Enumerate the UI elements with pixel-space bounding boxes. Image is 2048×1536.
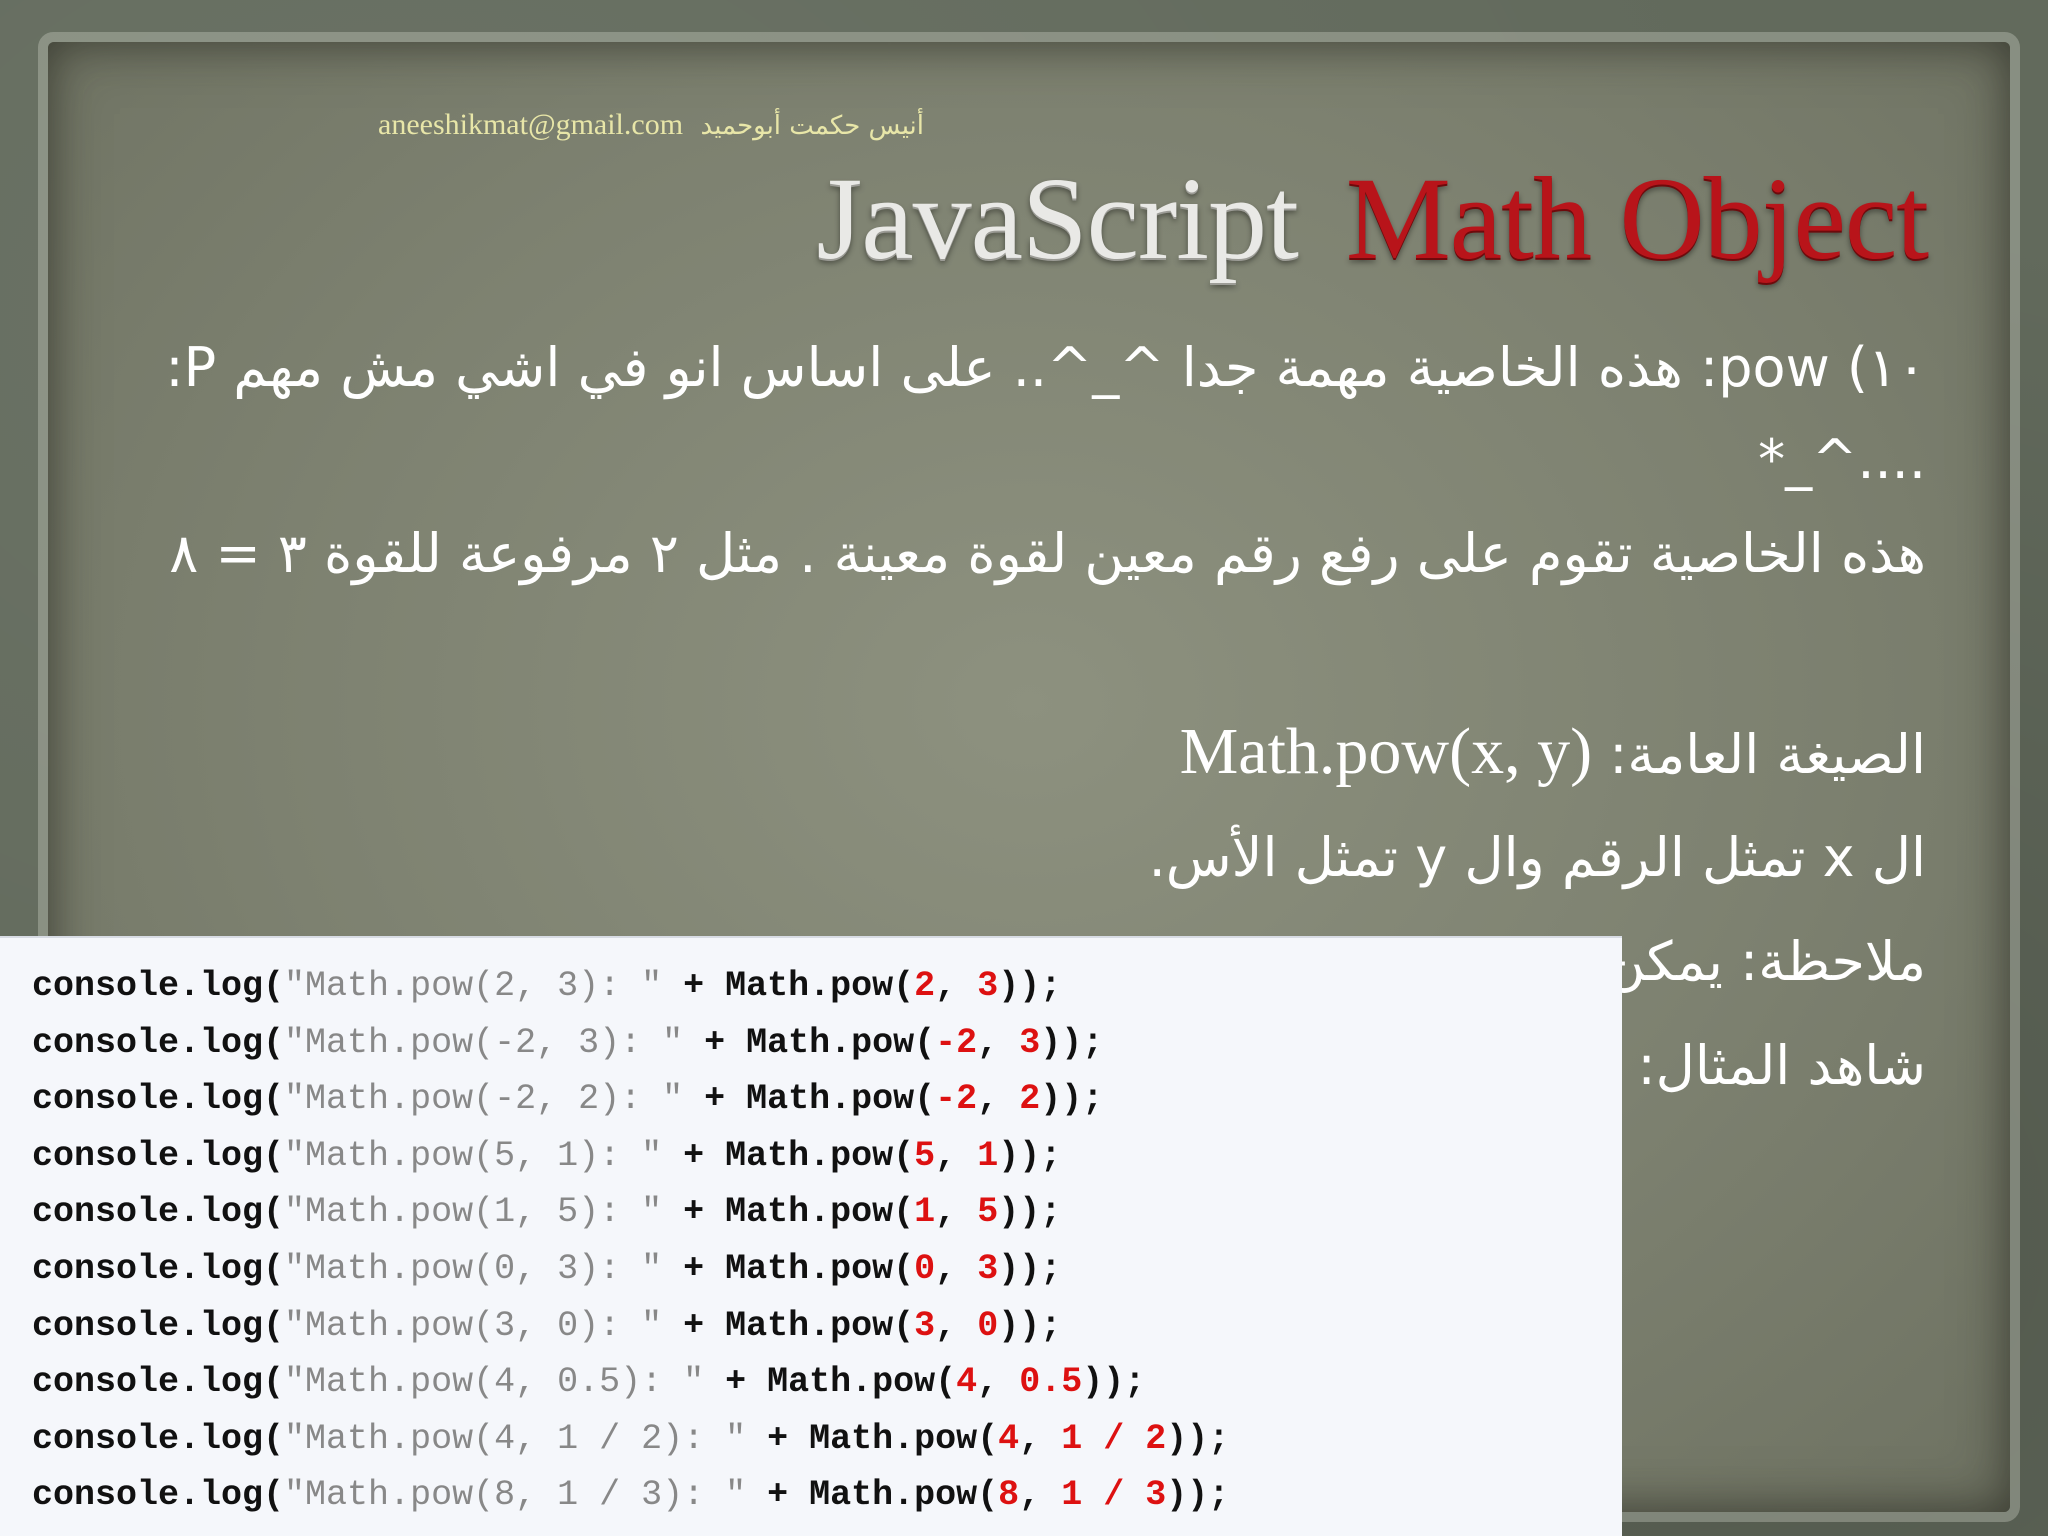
code-arg-exponent: 3 bbox=[977, 966, 999, 1006]
author-name: أنيس حكمت أبوحميد bbox=[700, 111, 925, 141]
code-string: "Math.pow(-2, 3): " bbox=[284, 1022, 684, 1063]
code-token-sep: , bbox=[935, 966, 978, 1006]
code-string: "Math.pow(8, 1 / 3): " bbox=[284, 1475, 747, 1516]
code-token-suffix: )); bbox=[998, 1248, 1062, 1289]
code-token-call: + Math.pow( bbox=[662, 1248, 915, 1289]
code-string: "Math.pow(0, 3): " bbox=[284, 1248, 663, 1289]
code-token-sep: , bbox=[935, 1248, 978, 1289]
code-token-sep: , bbox=[977, 1022, 1020, 1063]
code-token-suffix: )); bbox=[998, 1135, 1062, 1176]
code-token-call: + Math.pow( bbox=[662, 966, 915, 1006]
code-line: console.log("Math.pow(3, 0): " + Math.po… bbox=[32, 1298, 1622, 1355]
code-token-sep: , bbox=[935, 1305, 978, 1346]
code-line: console.log("Math.pow(0, 3): " + Math.po… bbox=[32, 1241, 1622, 1298]
code-string: "Math.pow(-2, 2): " bbox=[284, 1079, 684, 1120]
contact-line: aneeshikmat@gmail.com أنيس حكمت أبوحميد bbox=[378, 108, 924, 142]
code-token-suffix: )); bbox=[998, 966, 1062, 1006]
pow-intro: ١٠) pow: هذه الخاصية مهمة جدا ^_^.. على … bbox=[165, 336, 1926, 491]
code-arg-base: 8 bbox=[998, 1475, 1020, 1516]
code-arg-base: 0 bbox=[914, 1248, 936, 1289]
code-token-suffix: )); bbox=[1040, 1022, 1104, 1063]
code-token-prefix: console.log( bbox=[32, 966, 285, 1006]
code-token-prefix: console.log( bbox=[32, 1362, 285, 1403]
code-arg-exponent: 1 / 3 bbox=[1061, 1475, 1167, 1516]
code-line: console.log("Math.pow(1, 5): " + Math.po… bbox=[32, 1184, 1622, 1241]
code-string: "Math.pow(1, 5): " bbox=[284, 1192, 663, 1233]
code-line: console.log("Math.pow(2, 3): " + Math.po… bbox=[32, 958, 1622, 1015]
code-line: console.log("Math.pow(-2, 3): " + Math.p… bbox=[32, 1015, 1622, 1072]
code-token-prefix: console.log( bbox=[32, 1305, 285, 1346]
code-arg-base: 4 bbox=[956, 1362, 978, 1403]
code-arg-exponent: 2 bbox=[1019, 1079, 1041, 1120]
code-arg-base: 4 bbox=[998, 1418, 1020, 1459]
code-line: console.log("Math.pow(8, 1 / 3): " + Mat… bbox=[32, 1467, 1622, 1524]
code-token-suffix: )); bbox=[998, 1305, 1062, 1346]
author-email: aneeshikmat@gmail.com bbox=[378, 108, 684, 141]
slide-title: JavaScript Math Object bbox=[816, 160, 1929, 278]
code-token-sep: , bbox=[977, 1079, 1020, 1120]
code-token-call: + Math.pow( bbox=[662, 1192, 915, 1233]
code-token-suffix: )); bbox=[1166, 1475, 1230, 1516]
code-line: console.log("Math.pow(5, 1): " + Math.po… bbox=[32, 1128, 1622, 1185]
syntax-label: الصيغة العامة: bbox=[1592, 723, 1926, 786]
code-token-sep: , bbox=[935, 1192, 978, 1233]
code-token-call: + Math.pow( bbox=[746, 1418, 999, 1459]
code-token-call: + Math.pow( bbox=[746, 1475, 999, 1516]
code-arg-base: 3 bbox=[914, 1305, 936, 1346]
code-token-prefix: console.log( bbox=[32, 1418, 285, 1459]
code-token-suffix: )); bbox=[1166, 1418, 1230, 1459]
syntax-line: الصيغة العامة: Math.pow(x, y) bbox=[86, 706, 1926, 801]
code-token-prefix: console.log( bbox=[32, 1248, 285, 1289]
code-line: console.log("Math.pow(-2, 2): " + Math.p… bbox=[32, 1071, 1622, 1128]
syntax-formula: Math.pow(x, y) bbox=[1179, 715, 1593, 788]
code-example-box: console.log("Math.pow(2, 3): " + Math.po… bbox=[0, 936, 1622, 1536]
code-arg-base: -2 bbox=[935, 1022, 978, 1063]
code-arg-exponent: 0 bbox=[977, 1305, 999, 1346]
code-arg-exponent: 3 bbox=[977, 1248, 999, 1289]
code-arg-base: 5 bbox=[914, 1135, 936, 1176]
code-token-prefix: console.log( bbox=[32, 1022, 285, 1063]
code-arg-exponent: 5 bbox=[977, 1192, 999, 1233]
title-javascript: JavaScript bbox=[816, 153, 1299, 284]
code-arg-base: -2 bbox=[935, 1079, 978, 1120]
pow-description: هذه الخاصية تقوم على رفع رقم معين لقوة م… bbox=[169, 522, 1926, 585]
code-token-prefix: console.log( bbox=[32, 1475, 285, 1516]
code-string: "Math.pow(2, 3): " bbox=[284, 966, 663, 1006]
code-token-sep: , bbox=[1019, 1418, 1062, 1459]
code-token-suffix: )); bbox=[1040, 1079, 1104, 1120]
code-token-sep: , bbox=[935, 1135, 978, 1176]
code-token-call: + Math.pow( bbox=[704, 1362, 957, 1403]
params-explanation: ال x تمثل الرقم وال y تمثل الأس. bbox=[1148, 826, 1926, 889]
code-token-call: + Math.pow( bbox=[662, 1305, 915, 1346]
code-arg-exponent: 1 bbox=[977, 1135, 999, 1176]
code-token-suffix: )); bbox=[998, 1192, 1062, 1233]
title-math-object: Math Object bbox=[1345, 153, 1929, 284]
code-string: "Math.pow(3, 0): " bbox=[284, 1305, 663, 1346]
code-line: console.log("Math.pow(4, 0.5): " + Math.… bbox=[32, 1354, 1622, 1411]
code-string: "Math.pow(4, 0.5): " bbox=[284, 1362, 705, 1403]
code-token-prefix: console.log( bbox=[32, 1192, 285, 1233]
code-token-prefix: console.log( bbox=[32, 1135, 285, 1176]
code-line: console.log("Math.pow(4, 1 / 2): " + Mat… bbox=[32, 1411, 1622, 1468]
code-token-sep: , bbox=[1019, 1475, 1062, 1516]
code-token-prefix: console.log( bbox=[32, 1079, 285, 1120]
code-arg-base: 1 bbox=[914, 1192, 936, 1233]
code-token-call: + Math.pow( bbox=[683, 1079, 936, 1120]
code-arg-exponent: 3 bbox=[1019, 1022, 1041, 1063]
code-token-suffix: )); bbox=[1082, 1362, 1146, 1403]
code-arg-base: 2 bbox=[914, 966, 936, 1006]
code-string: "Math.pow(4, 1 / 2): " bbox=[284, 1418, 747, 1459]
code-arg-exponent: 1 / 2 bbox=[1061, 1418, 1167, 1459]
code-string: "Math.pow(5, 1): " bbox=[284, 1135, 663, 1176]
code-token-sep: , bbox=[977, 1362, 1020, 1403]
code-token-call: + Math.pow( bbox=[662, 1135, 915, 1176]
code-token-call: + Math.pow( bbox=[683, 1022, 936, 1063]
code-arg-exponent: 0.5 bbox=[1019, 1362, 1083, 1403]
